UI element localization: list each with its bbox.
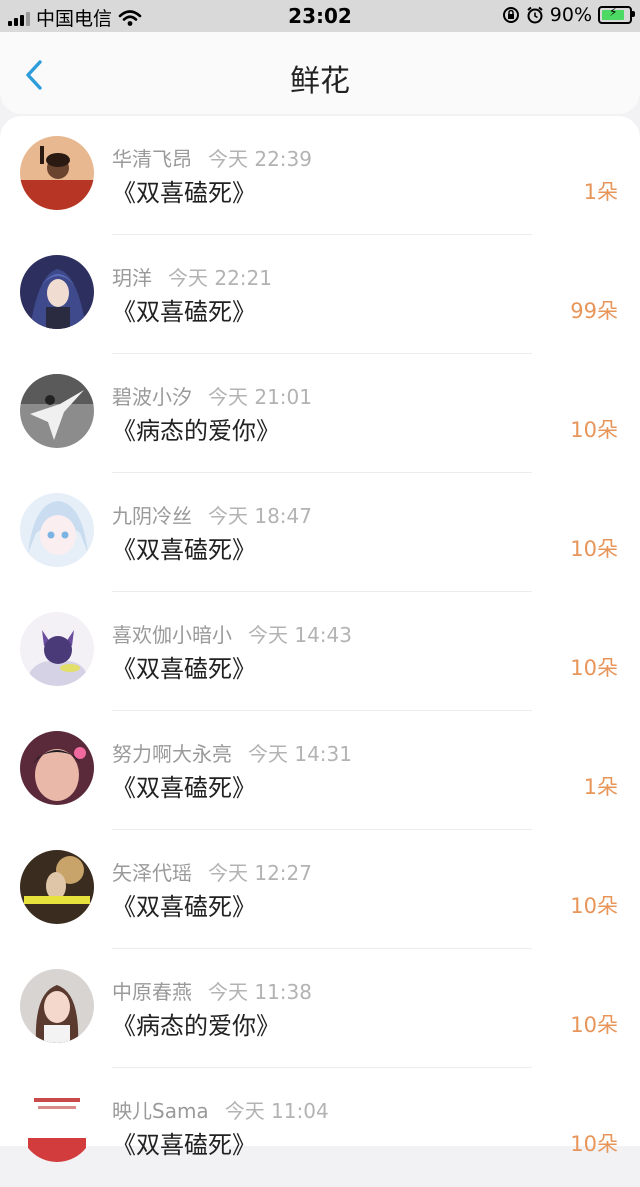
rotation-lock-icon bbox=[502, 7, 519, 23]
avatar[interactable] bbox=[20, 136, 94, 210]
list-item[interactable]: 努力啊大永亮 今天 14:31 《双喜磕死》 1朵 bbox=[0, 711, 640, 830]
battery-icon: ⚡ bbox=[598, 5, 635, 24]
sender-name: 碧波小汐 bbox=[112, 385, 192, 409]
flower-count: 10朵 bbox=[570, 1132, 618, 1156]
sender-name-line: 九阴冷丝 今天 18:47 bbox=[112, 500, 312, 529]
avatar[interactable] bbox=[20, 493, 94, 567]
send-time: 今天 22:39 bbox=[208, 147, 312, 171]
flower-count: 10朵 bbox=[570, 418, 618, 442]
flower-count: 10朵 bbox=[570, 656, 618, 680]
flower-count: 10朵 bbox=[570, 537, 618, 561]
alarm-icon bbox=[527, 6, 543, 24]
sender-name: 喜欢伽小暗小 bbox=[112, 623, 232, 647]
list-item[interactable]: 中原春燕 今天 11:38 《病态的爱你》 10朵 bbox=[0, 949, 640, 1068]
avatar[interactable] bbox=[20, 731, 94, 805]
book-title: 《双喜磕死》 bbox=[112, 774, 256, 802]
sender-name-line: 努力啊大永亮 今天 14:31 bbox=[112, 738, 352, 767]
sender-name: 九阴冷丝 bbox=[112, 504, 192, 528]
avatar[interactable] bbox=[20, 1088, 94, 1162]
sender-name-line: 华清飞昂 今天 22:39 bbox=[112, 143, 312, 172]
flower-count: 1朵 bbox=[583, 775, 618, 799]
sender-name-line: 碧波小汐 今天 21:01 bbox=[112, 381, 312, 410]
sender-name: 中原春燕 bbox=[112, 980, 192, 1004]
sender-name-line: 中原春燕 今天 11:38 bbox=[112, 976, 312, 1005]
send-time: 今天 14:31 bbox=[248, 742, 352, 766]
send-time: 今天 22:21 bbox=[168, 266, 272, 290]
send-time: 今天 21:01 bbox=[208, 385, 312, 409]
sender-name-line: 矢泽代瑶 今天 12:27 bbox=[112, 857, 312, 886]
list-item[interactable]: 矢泽代瑶 今天 12:27 《双喜磕死》 10朵 bbox=[0, 830, 640, 949]
book-title: 《双喜磕死》 bbox=[112, 298, 256, 326]
sender-name: 华清飞昂 bbox=[112, 147, 192, 171]
avatar[interactable] bbox=[20, 969, 94, 1043]
sender-name: 映儿Sama bbox=[112, 1099, 209, 1123]
status-right: 90% ⚡ bbox=[502, 4, 635, 26]
book-title: 《病态的爱你》 bbox=[112, 417, 280, 445]
sender-name-line: 喜欢伽小暗小 今天 14:43 bbox=[112, 619, 352, 648]
send-time: 今天 18:47 bbox=[208, 504, 312, 528]
sender-name-line: 玥洋 今天 22:21 bbox=[112, 262, 272, 291]
flower-count: 10朵 bbox=[570, 894, 618, 918]
list-item[interactable]: 华清飞昂 今天 22:39 《双喜磕死》 1朵 bbox=[0, 116, 640, 235]
avatar[interactable] bbox=[20, 255, 94, 329]
nav-bar: 鲜花 bbox=[0, 32, 640, 114]
charging-bolt-icon: ⚡ bbox=[609, 5, 618, 19]
list-item[interactable]: 碧波小汐 今天 21:01 《病态的爱你》 10朵 bbox=[0, 354, 640, 473]
send-time: 今天 11:38 bbox=[208, 980, 312, 1004]
list-item[interactable]: 喜欢伽小暗小 今天 14:43 《双喜磕死》 10朵 bbox=[0, 592, 640, 711]
avatar[interactable] bbox=[20, 374, 94, 448]
sender-name: 努力啊大永亮 bbox=[112, 742, 232, 766]
list-item[interactable]: 玥洋 今天 22:21 《双喜磕死》 99朵 bbox=[0, 235, 640, 354]
flower-record-list: 华清飞昂 今天 22:39 《双喜磕死》 1朵 玥洋 今天 22:21 《双喜磕死》… bbox=[0, 116, 640, 1162]
flower-count: 1朵 bbox=[583, 180, 618, 204]
flower-count: 99朵 bbox=[570, 299, 618, 323]
list-item[interactable]: 九阴冷丝 今天 18:47 《双喜磕死》 10朵 bbox=[0, 473, 640, 592]
send-time: 今天 11:04 bbox=[224, 1099, 329, 1123]
book-title: 《双喜磕死》 bbox=[112, 893, 256, 921]
battery-percent: 90% bbox=[549, 4, 592, 26]
book-title: 《病态的爱你》 bbox=[112, 1012, 280, 1040]
status-bar: 中国电信 23:02 90% ⚡ bbox=[0, 0, 640, 32]
send-time: 今天 14:43 bbox=[248, 623, 352, 647]
sender-name: 矢泽代瑶 bbox=[112, 861, 192, 885]
list-item[interactable]: 映儿Sama 今天 11:04 《双喜磕死》 10朵 bbox=[0, 1068, 640, 1187]
send-time: 今天 12:27 bbox=[208, 861, 312, 885]
page-title: 鲜花 bbox=[290, 64, 350, 99]
book-title: 《双喜磕死》 bbox=[112, 179, 256, 207]
avatar[interactable] bbox=[20, 850, 94, 924]
avatar[interactable] bbox=[20, 612, 94, 686]
book-title: 《双喜磕死》 bbox=[112, 1131, 256, 1159]
sender-name: 玥洋 bbox=[112, 266, 152, 290]
book-title: 《双喜磕死》 bbox=[112, 655, 256, 683]
sender-name-line: 映儿Sama 今天 11:04 bbox=[112, 1095, 329, 1124]
flower-count: 10朵 bbox=[570, 1013, 618, 1037]
book-title: 《双喜磕死》 bbox=[112, 536, 256, 564]
